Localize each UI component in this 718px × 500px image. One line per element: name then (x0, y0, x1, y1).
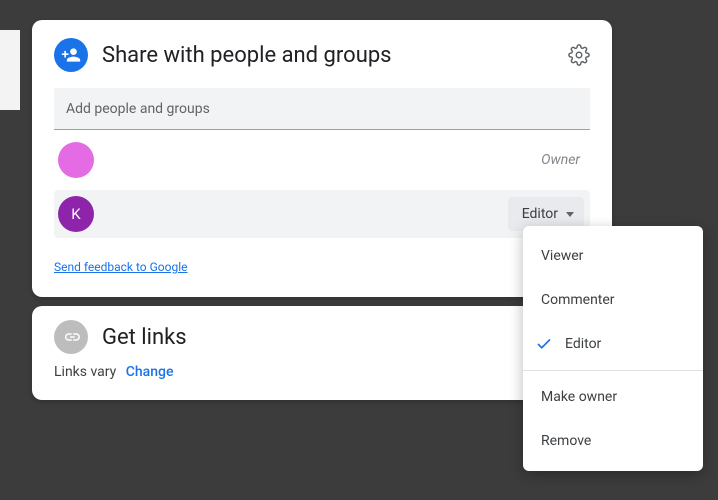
person-row: K Editor (54, 190, 590, 238)
role-menu-item-label: Remove (541, 433, 591, 449)
share-header: Share with people and groups (54, 38, 590, 72)
links-header: Get links (54, 320, 590, 354)
role-menu-item-label: Editor (565, 336, 601, 352)
avatar (58, 142, 94, 178)
chevron-down-icon (566, 212, 574, 217)
menu-separator (523, 370, 703, 371)
role-menu-item-editor[interactable]: Editor (523, 322, 703, 366)
avatar-initial: K (71, 205, 80, 223)
role-menu-item-label: Make owner (541, 389, 617, 405)
check-icon (535, 335, 553, 353)
send-feedback-link[interactable]: Send feedback to Google (54, 260, 188, 274)
person-add-icon (54, 38, 88, 72)
gear-icon[interactable] (568, 44, 590, 66)
role-menu-item-label: Commenter (541, 292, 615, 308)
share-title: Share with people and groups (102, 43, 554, 68)
role-menu-item-remove[interactable]: Remove (523, 419, 703, 463)
link-icon (54, 320, 88, 354)
change-link[interactable]: Change (126, 364, 174, 380)
links-title: Get links (102, 325, 590, 350)
avatar: K (58, 196, 94, 232)
person-row: Owner (54, 136, 590, 184)
links-status-row: Links vary Change (54, 364, 590, 380)
add-people-input[interactable] (66, 101, 578, 117)
background-app-hint (0, 30, 20, 110)
role-dropdown-label: Editor (522, 206, 558, 222)
role-menu-item-commenter[interactable]: Commenter (523, 278, 703, 322)
links-status: Links vary (54, 364, 116, 380)
add-people-input-row[interactable] (54, 88, 590, 130)
owner-label: Owner (541, 152, 580, 168)
role-menu-item-viewer[interactable]: Viewer (523, 234, 703, 278)
role-menu-item-make-owner[interactable]: Make owner (523, 375, 703, 419)
role-menu-item-label: Viewer (541, 248, 583, 264)
role-menu: Viewer Commenter Editor Make owner Remov… (523, 226, 703, 471)
feedback-row: Send feedback to Google (54, 256, 590, 275)
